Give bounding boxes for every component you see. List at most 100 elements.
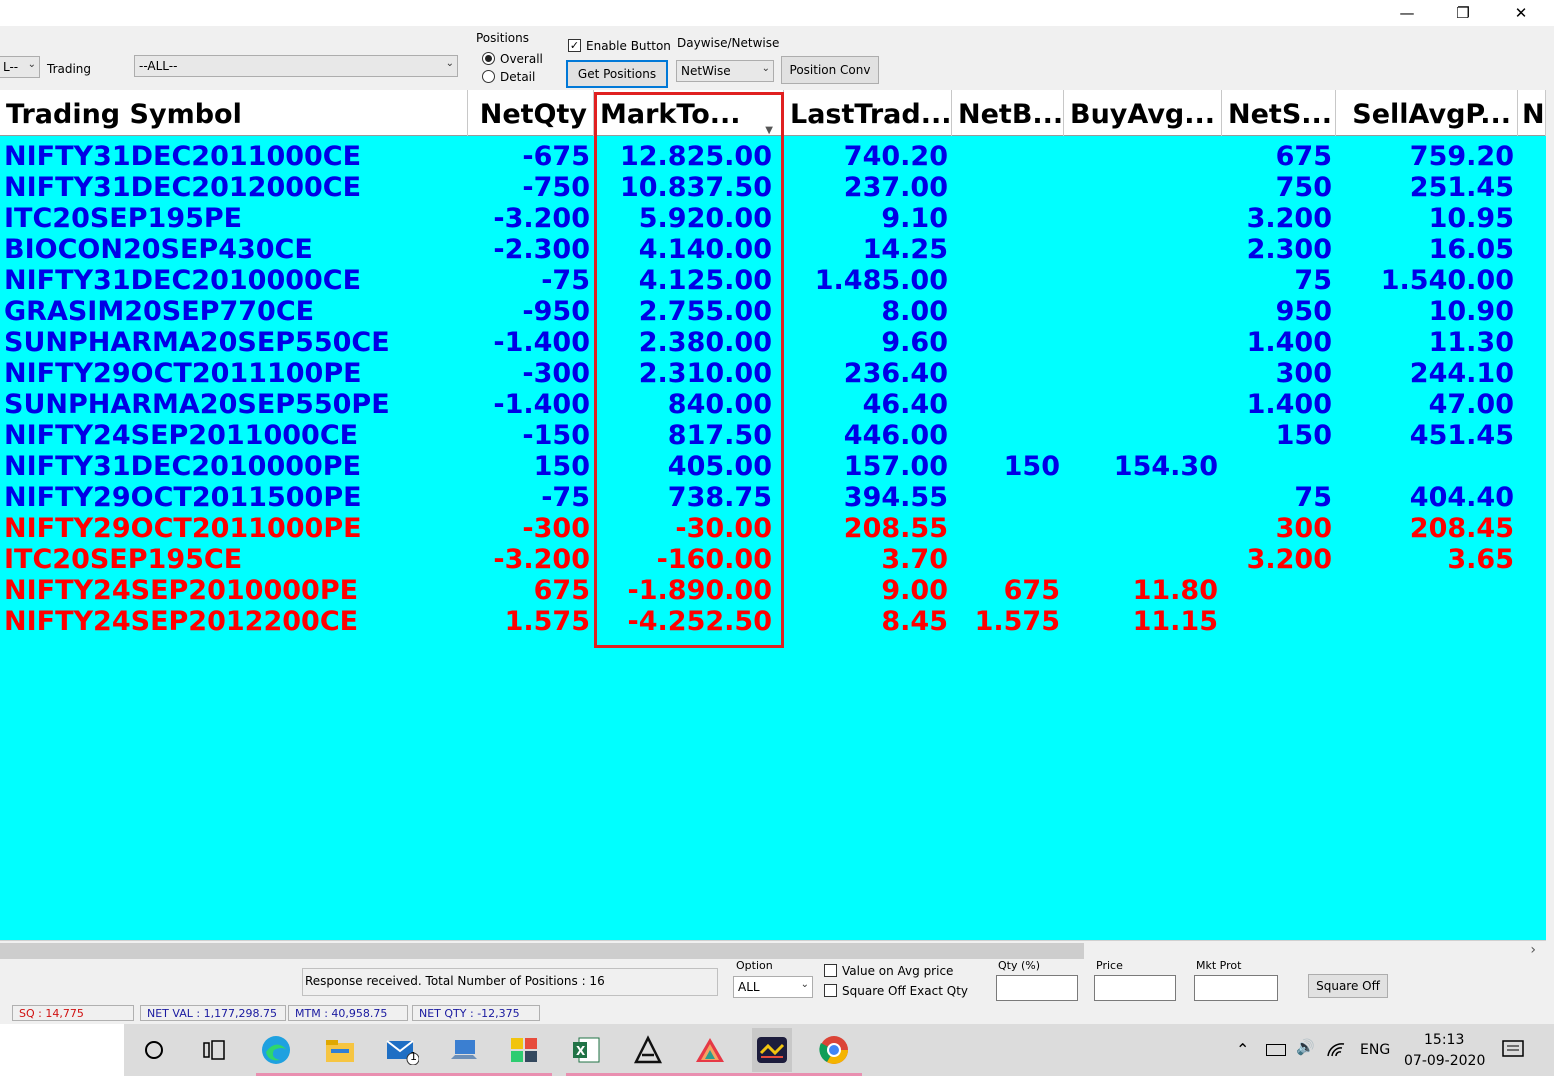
show-hidden-icons-icon[interactable]: ⌃ xyxy=(1236,1040,1249,1059)
get-positions-button[interactable]: Get Positions xyxy=(566,60,668,88)
table-row[interactable]: NIFTY31DEC2011000CE -675 12.825.00 740.20 67… xyxy=(0,141,1546,172)
column-header-ltp[interactable]: LastTrad... xyxy=(784,90,952,136)
sort-desc-icon: ▼ xyxy=(765,125,773,136)
column-header-netqty[interactable]: NetQty xyxy=(468,90,594,136)
table-row[interactable]: NIFTY29OCT2011000PE -300 -30.00 208.55 300 20… xyxy=(0,513,1546,544)
table-row[interactable]: SUNPHARMA20SEP550CE -1.400 2.380.00 9.60 1.4… xyxy=(0,327,1546,358)
qty-input[interactable] xyxy=(996,975,1078,1001)
column-header-buy-avg[interactable]: BuyAvg... xyxy=(1064,90,1222,136)
chevron-down-icon: ⌄ xyxy=(761,63,770,74)
cell-netqty: -3.200 xyxy=(493,203,590,234)
language-indicator[interactable]: ENG xyxy=(1360,1042,1390,1058)
radio-detail[interactable] xyxy=(482,70,495,83)
wifi-icon[interactable] xyxy=(1326,1040,1346,1058)
table-row[interactable]: NIFTY31DEC2010000CE -75 4.125.00 1.485.00 75… xyxy=(0,265,1546,296)
cell-net-buy xyxy=(952,265,1064,296)
table-row[interactable]: NIFTY24SEP2011000CE -150 817.50 446.00 150 45… xyxy=(0,420,1546,451)
value-on-avg-checkbox[interactable] xyxy=(824,964,837,977)
title-bar: — ❐ ✕ xyxy=(0,0,1554,26)
qty-label: Qty (%) xyxy=(998,959,1041,972)
file-explorer-icon[interactable] xyxy=(320,1032,360,1068)
battery-icon[interactable] xyxy=(1266,1044,1286,1056)
cell-buy-avg xyxy=(1064,513,1222,544)
volume-icon[interactable]: 🔊 xyxy=(1296,1038,1315,1056)
close-button[interactable]: ✕ xyxy=(1498,0,1544,26)
cortana-icon[interactable] xyxy=(134,1032,174,1068)
trading-combo[interactable]: --ALL-- ⌄ xyxy=(134,55,458,77)
enable-button-checkbox[interactable]: ✓ xyxy=(568,39,581,52)
cell-sell-avg: 10.90 xyxy=(1428,296,1514,327)
table-row[interactable]: NIFTY29OCT2011500PE -75 738.75 394.55 75 404.… xyxy=(0,482,1546,513)
excel-icon[interactable]: X xyxy=(566,1032,606,1068)
trading-app-active-icon[interactable] xyxy=(752,1028,792,1072)
positions-grid[interactable]: Trading Symbol NetQty MarkTo... ▼ LastTra… xyxy=(0,90,1546,940)
table-row[interactable]: GRASIM20SEP770CE -950 2.755.00 8.00 950 10.90 xyxy=(0,296,1546,327)
table-row[interactable]: NIFTY31DEC2010000PE 150 405.00 157.00 150 154… xyxy=(0,451,1546,482)
square-off-button[interactable]: Square Off xyxy=(1308,974,1388,998)
cell-sell-avg: 759.20 xyxy=(1409,141,1514,172)
column-header-net-buy[interactable]: NetB... xyxy=(952,90,1064,136)
minimize-button[interactable]: — xyxy=(1384,0,1430,26)
table-row[interactable]: NIFTY24SEP2012200CE 1.575 -4.252.50 8.45 1.5… xyxy=(0,606,1546,637)
table-row[interactable]: SUNPHARMA20SEP550PE -1.400 840.00 46.40 1.40… xyxy=(0,389,1546,420)
cell-net-sell: 75 xyxy=(1294,265,1332,296)
cell-trading-symbol: ITC20SEP195PE xyxy=(4,203,243,234)
chevron-down-icon: ⌄ xyxy=(27,59,36,70)
cell-buy-avg: 11.80 xyxy=(1132,575,1218,606)
column-header-mtm[interactable]: MarkTo... ▼ xyxy=(594,90,784,136)
cell-mtm: -1.890.00 xyxy=(627,575,772,606)
mkt-prot-input[interactable] xyxy=(1194,975,1278,1001)
vertical-scrollbar[interactable] xyxy=(1546,26,1554,964)
cell-netqty: -75 xyxy=(541,482,590,513)
clock-time[interactable]: 15:13 xyxy=(1424,1032,1464,1048)
mkt-prot-label: Mkt Prot xyxy=(1196,959,1242,972)
clock-date[interactable]: 07-09-2020 xyxy=(1404,1053,1485,1069)
trading-app-triangle-icon[interactable] xyxy=(690,1032,730,1068)
radio-overall[interactable] xyxy=(482,52,495,65)
cell-buy-avg xyxy=(1064,296,1222,327)
app-tiles-icon[interactable] xyxy=(504,1032,544,1068)
chevron-down-icon: ⌄ xyxy=(445,58,454,69)
cell-net-buy xyxy=(952,389,1064,420)
cell-buy-avg: 154.30 xyxy=(1113,451,1218,482)
table-row[interactable]: ITC20SEP195PE -3.200 5.920.00 9.10 3.200 10.9… xyxy=(0,203,1546,234)
cell-trading-symbol: BIOCON20SEP430CE xyxy=(4,234,313,265)
laptop-icon[interactable] xyxy=(444,1032,484,1068)
cell-net-sell: 75 xyxy=(1294,482,1332,513)
cell-netqty: -300 xyxy=(522,513,590,544)
scroll-thumb[interactable] xyxy=(0,943,1084,959)
exchange-combo[interactable]: L-- ⌄ xyxy=(0,56,40,78)
table-row[interactable]: NIFTY24SEP2010000PE 675 -1.890.00 9.00 675 11… xyxy=(0,575,1546,606)
cell-netqty: 675 xyxy=(533,575,590,606)
scroll-right-icon[interactable]: › xyxy=(1530,942,1536,958)
column-header-n[interactable]: N xyxy=(1518,90,1546,136)
notifications-icon[interactable] xyxy=(1502,1040,1524,1060)
cell-buy-avg xyxy=(1064,141,1222,172)
square-off-exact-checkbox[interactable] xyxy=(824,984,837,997)
trading-app-a-icon[interactable] xyxy=(628,1032,668,1068)
column-header-sell-avg[interactable]: SellAvgP... xyxy=(1336,90,1518,136)
option-combo[interactable]: ALL ⌄ xyxy=(733,976,813,998)
cell-net-buy xyxy=(952,544,1064,575)
status-net-qty: NET QTY : -12,375 xyxy=(412,1005,540,1021)
price-input[interactable] xyxy=(1094,975,1176,1001)
netwise-combo[interactable]: NetWise ⌄ xyxy=(676,60,774,82)
horizontal-scrollbar[interactable]: › xyxy=(0,940,1546,962)
mail-icon[interactable]: 1 xyxy=(382,1032,422,1068)
cell-net-buy xyxy=(952,513,1064,544)
table-row[interactable]: NIFTY31DEC2012000CE -750 10.837.50 237.00 75… xyxy=(0,172,1546,203)
cell-net-sell: 300 xyxy=(1275,358,1332,389)
cell-ltp: 157.00 xyxy=(843,451,948,482)
cell-trading-symbol: NIFTY24SEP2011000CE xyxy=(4,420,359,451)
cell-mtm: 817.50 xyxy=(667,420,772,451)
edge-icon[interactable] xyxy=(256,1032,296,1068)
table-row[interactable]: ITC20SEP195CE -3.200 -160.00 3.70 3.200 3.65 xyxy=(0,544,1546,575)
column-header-net-sell[interactable]: NetS... xyxy=(1222,90,1336,136)
position-conv-button[interactable]: Position Conv xyxy=(781,56,879,84)
table-row[interactable]: BIOCON20SEP430CE -2.300 4.140.00 14.25 2.300… xyxy=(0,234,1546,265)
maximize-button[interactable]: ❐ xyxy=(1440,0,1486,26)
chrome-icon[interactable] xyxy=(814,1032,854,1068)
table-row[interactable]: NIFTY29OCT2011100PE -300 2.310.00 236.40 300… xyxy=(0,358,1546,389)
column-header-trading-symbol[interactable]: Trading Symbol xyxy=(0,90,468,136)
task-view-icon[interactable] xyxy=(194,1032,234,1068)
